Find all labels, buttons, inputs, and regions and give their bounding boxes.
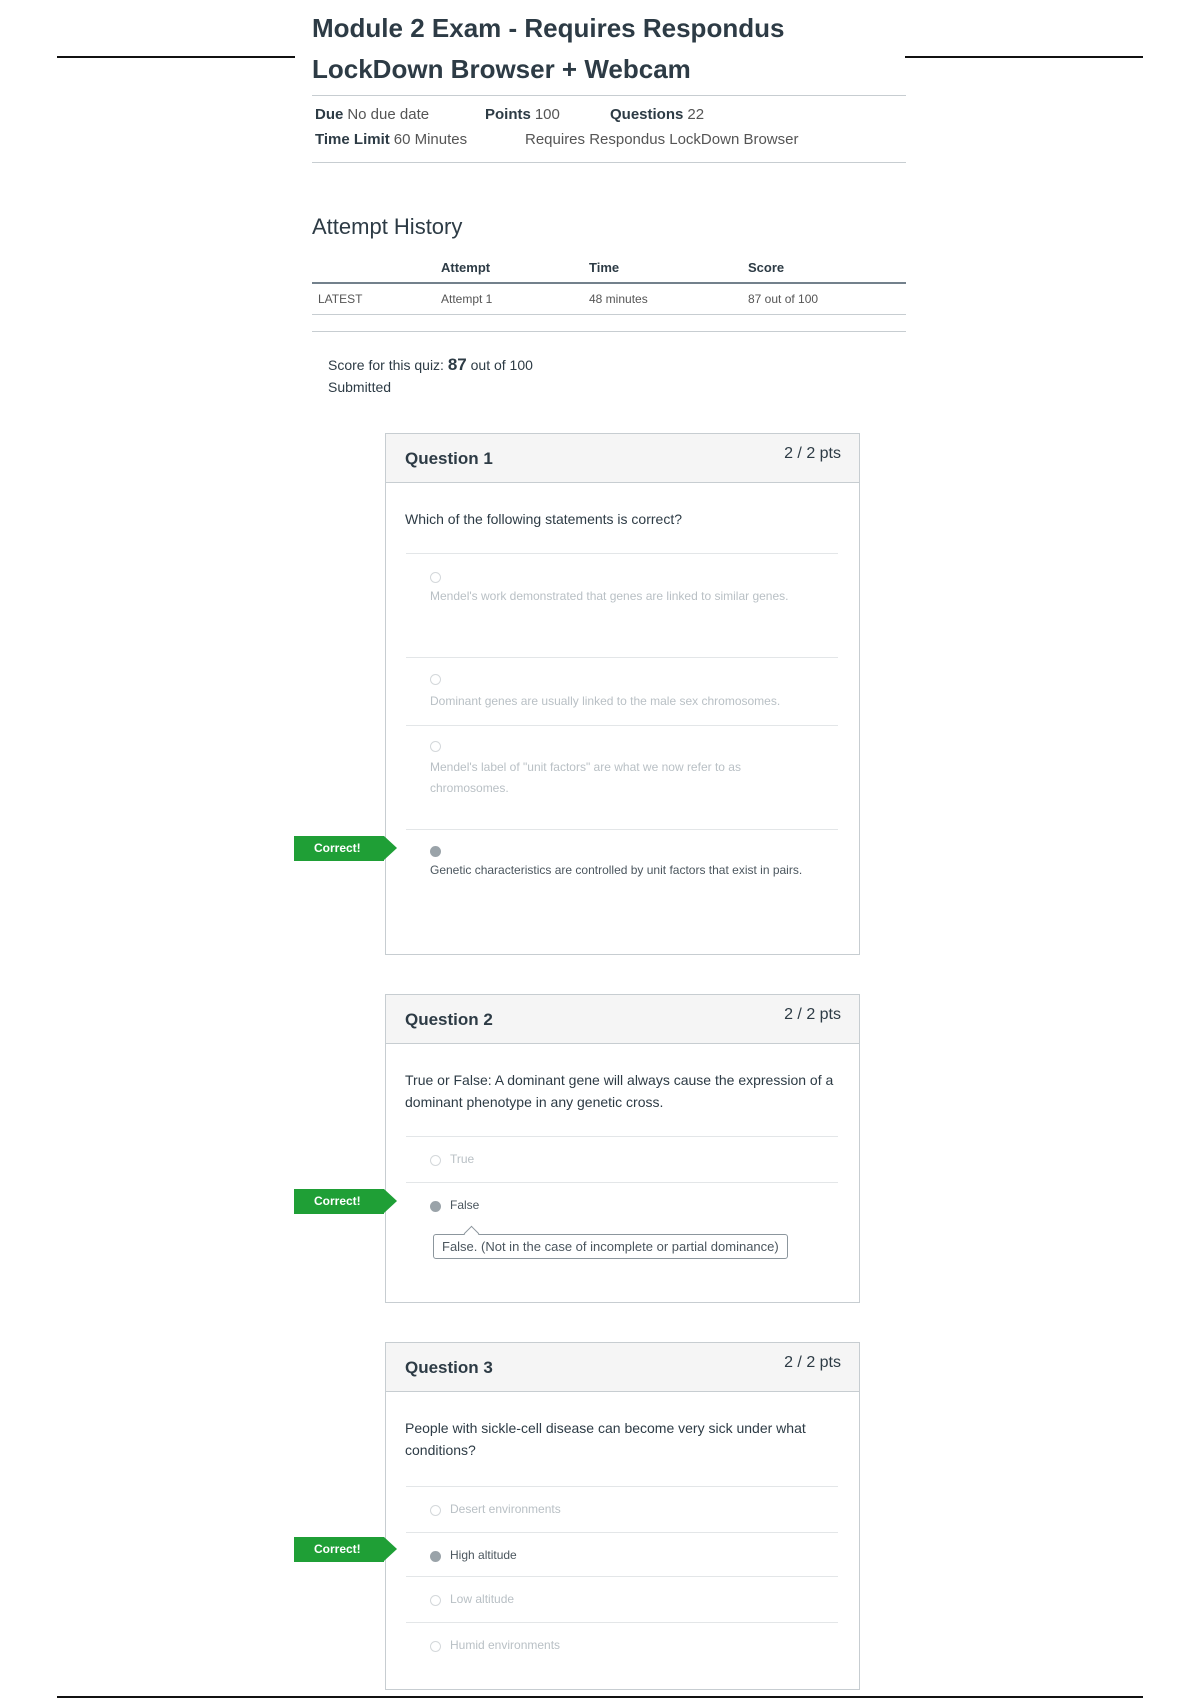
radio-button-selected[interactable] xyxy=(430,1551,441,1562)
score-suffix: out of 100 xyxy=(470,357,533,373)
question-points: 2 / 2 pts xyxy=(784,1354,841,1371)
radio-button[interactable] xyxy=(430,1505,441,1516)
answer-text: Low altitude xyxy=(450,1592,515,1606)
question-text: People with sickle-cell disease can beco… xyxy=(405,1420,806,1458)
answer-text: Humid environments xyxy=(450,1638,561,1652)
correct-flag-label: Correct! xyxy=(314,1194,361,1208)
page-title: Module 2 Exam - Requires Respondus LockD… xyxy=(312,13,785,84)
column-header-time: Time xyxy=(589,260,620,275)
answer-text: High altitude xyxy=(450,1548,517,1562)
radio-button-selected[interactable] xyxy=(430,846,441,857)
due-label: Due xyxy=(315,106,344,123)
answer-option[interactable]: Mendel's work demonstrated that genes ar… xyxy=(406,553,838,658)
points-label: Points xyxy=(485,106,531,123)
column-header-score: Score xyxy=(748,260,785,275)
answer-text: Genetic characteristics are controlled b… xyxy=(430,863,803,877)
table-row: LATEST Attempt 1 48 minutes 87 out of 10… xyxy=(312,284,906,315)
question-header: Question 2 2 / 2 pts xyxy=(386,995,859,1044)
quiz-details: Due No due date Points 100 Questions 22 Tim… xyxy=(312,95,906,163)
due-value: No due date xyxy=(347,106,430,123)
answer-text: True xyxy=(450,1152,475,1166)
answer-option[interactable]: Low altitude xyxy=(406,1576,838,1623)
column-header-attempt: Attempt xyxy=(441,260,491,275)
points-value: 100 xyxy=(534,106,560,123)
question-points: 2 / 2 pts xyxy=(784,445,841,462)
time-limit-label: Time Limit xyxy=(315,131,390,148)
attempt-score: 87 out of 100 xyxy=(748,292,819,306)
correct-flag-label: Correct! xyxy=(314,1542,361,1556)
time-limit-value: 60 Minutes xyxy=(393,131,468,148)
questions-value: 22 xyxy=(687,106,705,123)
latest-tag: LATEST xyxy=(318,292,363,306)
answer-text: False xyxy=(450,1198,480,1212)
correct-flag: Correct! xyxy=(294,1537,397,1562)
radio-button[interactable] xyxy=(430,674,441,685)
questions-info: Questions 22 xyxy=(610,106,704,123)
due-info: Due No due date xyxy=(315,106,429,123)
submission-status: Submitted xyxy=(328,379,392,395)
answer-comment: False. (Not in the case of incomplete or… xyxy=(433,1234,788,1259)
questions-label: Questions xyxy=(610,106,684,123)
question-card-2: Question 2 2 / 2 pts True or False: A do… xyxy=(385,994,860,1303)
question-title: Question 2 xyxy=(405,1010,493,1029)
quiz-score-line: Score for this quiz: 87 out of 100 xyxy=(328,354,533,376)
question-header: Question 1 2 / 2 pts xyxy=(386,434,859,483)
question-text: Which of the following statements is cor… xyxy=(405,511,683,527)
question-text: True or False: A dominant gene will alwa… xyxy=(405,1072,834,1110)
page-rule-left xyxy=(57,56,295,58)
answer-text: Dominant genes are usually linked to the… xyxy=(430,694,781,708)
radio-button[interactable] xyxy=(430,1595,441,1606)
time-limit-info: Time Limit 60 Minutes xyxy=(315,131,467,148)
attempt-time: 48 minutes xyxy=(589,292,648,306)
score-prefix: Score for this quiz: xyxy=(328,357,444,373)
answer-option-selected[interactable]: Genetic characteristics are controlled b… xyxy=(406,829,838,930)
question-title: Question 1 xyxy=(405,449,493,468)
lockdown-note: Requires Respondus LockDown Browser xyxy=(525,131,799,148)
attempt-link[interactable]: Attempt 1 xyxy=(441,292,492,306)
page-rule-right xyxy=(905,56,1143,58)
table-header: Attempt Time Score xyxy=(312,256,906,284)
answer-option[interactable]: Desert environments xyxy=(406,1486,838,1533)
correct-flag: Correct! xyxy=(294,1189,397,1214)
points-info: Points 100 xyxy=(485,106,560,123)
question-card-1: Question 1 2 / 2 pts Which of the follow… xyxy=(385,433,860,955)
attempt-history-heading: Attempt History xyxy=(312,214,463,239)
answer-option[interactable]: Dominant genes are usually linked to the… xyxy=(406,657,838,726)
question-title: Question 3 xyxy=(405,1358,493,1377)
answer-text: Desert environments xyxy=(450,1502,561,1516)
score-value: 87 xyxy=(447,355,467,374)
answer-text: Mendel's label of "unit factors" are wha… xyxy=(430,760,741,795)
answer-option[interactable]: Humid environments xyxy=(406,1622,838,1669)
divider xyxy=(312,331,906,332)
answer-option[interactable]: True xyxy=(406,1136,838,1183)
answer-option[interactable]: Mendel's label of "unit factors" are wha… xyxy=(406,725,838,830)
score-summary: Score for this quiz: 87 out of 100 Submi… xyxy=(328,354,533,398)
attempt-history-table: Attempt Time Score LATEST Attempt 1 48 m… xyxy=(312,256,906,315)
answer-text: Mendel's work demonstrated that genes ar… xyxy=(430,589,789,603)
answer-option-selected[interactable]: High altitude xyxy=(406,1532,838,1577)
question-points: 2 / 2 pts xyxy=(784,1006,841,1023)
page-rule-bottom xyxy=(57,1696,1143,1698)
radio-button-selected[interactable] xyxy=(430,1201,441,1212)
question-card-3: Question 3 2 / 2 pts People with sickle-… xyxy=(385,1342,860,1690)
radio-button[interactable] xyxy=(430,741,441,752)
correct-flag: Correct! xyxy=(294,836,397,861)
correct-flag-label: Correct! xyxy=(314,841,361,855)
answer-option-selected[interactable]: False False. (Not in the case of incompl… xyxy=(406,1182,838,1301)
radio-button[interactable] xyxy=(430,572,441,583)
question-header: Question 3 2 / 2 pts xyxy=(386,1343,859,1392)
radio-button[interactable] xyxy=(430,1641,441,1652)
radio-button[interactable] xyxy=(430,1155,441,1166)
